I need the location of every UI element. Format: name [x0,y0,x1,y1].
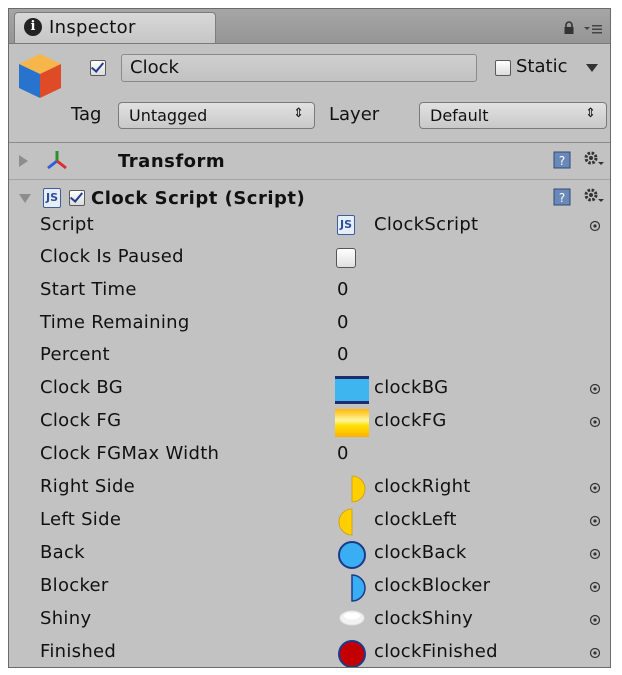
property-start-time: Start Time 0 [9,275,610,307]
clock-bg-thumbnail [335,376,369,404]
property-time-remaining: Time Remaining 0 [9,308,610,340]
clock-fg-thumbnail [335,409,369,437]
tab-inspector[interactable]: i Inspector [14,12,216,43]
script-reference[interactable]: ClockScript [374,214,478,235]
gameobject-header: Clock Static Tag Untagged ⇕ Layer Defaul… [9,44,610,143]
object-picker-icon[interactable] [589,515,601,527]
clock-bg-reference[interactable]: clockBG [374,377,448,398]
lock-icon[interactable] [562,21,576,35]
object-picker-icon[interactable] [589,416,601,428]
property-clock-is-paused: Clock Is Paused [9,242,610,274]
updown-arrow-icon: ⇕ [585,106,596,121]
gameobject-cube-icon [19,54,61,98]
static-label: Static [516,56,568,77]
property-label: Clock BG [40,377,124,398]
clock-shiny-reference[interactable]: clockShiny [374,608,473,629]
object-picker-icon[interactable] [589,220,601,232]
transform-title: Transform [118,151,226,172]
active-checkbox[interactable] [90,60,106,76]
layer-value: Default [430,106,489,125]
gear-icon[interactable] [583,150,605,168]
property-clock-bg: Clock BG clockBG [9,373,610,405]
property-left-side: Left Side clockLeft [9,505,610,537]
object-picker-icon[interactable] [589,581,601,593]
svg-text:?: ? [559,154,565,168]
clock-shiny-thumbnail [339,610,365,626]
info-icon: i [24,18,42,36]
property-finished: Finished clockFinished [9,637,610,667]
help-book-icon[interactable]: ? [553,151,571,169]
object-picker-icon[interactable] [589,482,601,494]
clock-blocker-thumbnail [351,574,366,602]
tab-bar: i Inspector [9,9,610,44]
property-shiny: Shiny clockShiny [9,604,610,636]
tag-value: Untagged [129,106,208,125]
object-picker-icon[interactable] [589,614,601,626]
clock-is-paused-checkbox[interactable] [336,248,356,268]
clock-finished-thumbnail [338,640,366,667]
property-label: Blocker [40,575,109,596]
updown-arrow-icon: ⇕ [293,106,304,121]
tab-inspector-label: Inspector [49,17,136,38]
transform-axes-icon [47,151,67,170]
foldout-collapsed-icon[interactable] [19,155,28,167]
object-picker-icon[interactable] [589,383,601,395]
property-label: Start Time [40,279,137,300]
property-label: Back [40,542,85,563]
object-picker-icon[interactable] [589,548,601,560]
help-book-icon[interactable]: ? [553,188,571,206]
property-label: Left Side [40,509,122,530]
clock-fgmax-width-field[interactable]: 0 [337,443,348,464]
clock-fg-reference[interactable]: clockFG [374,410,447,431]
menu-icon[interactable] [583,22,603,36]
property-label: Time Remaining [40,312,190,333]
clock-finished-reference[interactable]: clockFinished [374,641,498,662]
start-time-field[interactable]: 0 [337,279,348,300]
property-label: Shiny [40,608,92,629]
property-back: Back clockBack [9,538,610,570]
property-label: Percent [40,344,110,365]
name-field[interactable]: Clock [121,54,477,82]
transform-component-header[interactable]: Transform ? [9,143,610,180]
layer-dropdown[interactable]: Default ⇕ [419,102,607,129]
inspector-panel: i Inspector Clock Static Tag Untagged ⇕ … [8,8,611,668]
static-checkbox[interactable] [495,60,511,76]
property-blocker: Blocker clockBlocker [9,571,610,603]
percent-field[interactable]: 0 [337,344,348,365]
tag-dropdown[interactable]: Untagged ⇕ [118,102,315,129]
property-label: Finished [40,641,117,662]
clock-right-thumbnail [351,475,366,503]
property-label: Right Side [40,476,136,497]
foldout-expanded-icon[interactable] [19,194,31,203]
time-remaining-field[interactable]: 0 [337,312,348,333]
clock-back-reference[interactable]: clockBack [374,542,467,563]
svg-text:?: ? [559,191,565,205]
property-script: Script JS ClockScript [9,210,610,242]
property-right-side: Right Side clockRight [9,472,610,504]
object-picker-icon[interactable] [589,647,601,659]
js-script-icon: JS [337,215,355,235]
clock-right-reference[interactable]: clockRight [374,476,471,497]
property-label: Clock FG [40,410,122,431]
property-clock-fg: Clock FG clockFG [9,406,610,438]
gear-icon[interactable] [583,187,605,205]
property-label: Clock Is Paused [40,246,184,267]
js-script-icon: JS [43,188,61,208]
property-percent: Percent 0 [9,340,610,372]
property-label: Clock FGMax Width [40,443,220,464]
clock-left-reference[interactable]: clockLeft [374,509,457,530]
clock-left-thumbnail [338,508,353,536]
property-clock-fgmax-width: Clock FGMax Width 0 [9,439,610,471]
clock-back-thumbnail [338,541,366,569]
component-enabled-checkbox[interactable] [69,190,85,206]
property-label: Script [40,214,95,235]
clock-blocker-reference[interactable]: clockBlocker [374,575,490,596]
tag-label: Tag [71,104,102,125]
clock-script-title: Clock Script (Script) [91,188,306,209]
static-dropdown-icon[interactable] [586,64,598,72]
layer-label: Layer [329,104,380,125]
